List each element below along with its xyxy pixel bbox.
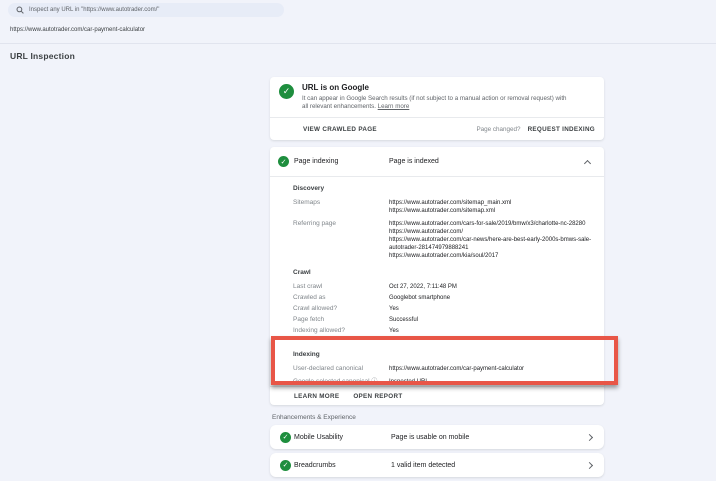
- url-inspect-search-input[interactable]: Inspect any URL in "https://www.autotrad…: [8, 3, 284, 17]
- chevron-right-icon[interactable]: [586, 461, 593, 468]
- enhancement-title: Breadcrumbs: [294, 462, 391, 469]
- enhancement-status: Page is usable on mobile: [391, 434, 587, 441]
- mobile-usability-card[interactable]: ✓ Mobile Usability Page is usable on mob…: [270, 425, 604, 449]
- row-label: Google-selected canonical ⓘ: [293, 378, 389, 386]
- row-label: Last crawl: [293, 283, 389, 291]
- page-indexing-status: Page is indexed: [389, 158, 439, 165]
- url-verdict-card: ✓ URL is on Google It can appear in Goog…: [270, 77, 604, 140]
- learn-more-button[interactable]: LEARN MORE: [294, 393, 339, 400]
- verdict-card-footer: VIEW CRAWLED PAGE Page changed? REQUEST …: [270, 117, 604, 140]
- row-value: Inspected URL: [389, 378, 594, 386]
- row-crawl-allowed: Crawl allowed? Yes: [293, 305, 594, 313]
- row-value: Yes: [389, 327, 594, 335]
- header-divider: [0, 43, 716, 44]
- enhancement-title: Mobile Usability: [294, 434, 391, 441]
- row-label: Page fetch: [293, 316, 389, 324]
- row-value: https://www.autotrader.com/cars-for-sale…: [389, 220, 594, 260]
- row-crawled-as: Crawled as Googlebot smartphone: [293, 294, 594, 302]
- row-page-fetch: Page fetch Successful: [293, 316, 594, 324]
- sitemap-url: https://www.autotrader.com/sitemap.xml: [389, 207, 594, 215]
- verdict-title: URL is on Google: [302, 83, 369, 92]
- page-indexing-header[interactable]: ✓ Page indexing Page is indexed: [270, 147, 604, 177]
- row-last-crawl: Last crawl Oct 27, 2022, 7:11:48 PM: [293, 283, 594, 291]
- page-indexing-title: Page indexing: [294, 158, 338, 165]
- row-label: Indexing allowed?: [293, 327, 389, 335]
- row-label: Crawl allowed?: [293, 305, 389, 313]
- info-icon[interactable]: ⓘ: [371, 378, 377, 385]
- section-heading-discovery: Discovery: [293, 185, 594, 192]
- page-indexing-body: Discovery Sitemaps https://www.autotrade…: [270, 177, 604, 386]
- row-user-declared-canonical: User-declared canonical https://www.auto…: [293, 365, 594, 373]
- verdict-description-text: It can appear in Google Search results (…: [302, 95, 566, 110]
- sitemap-url: https://www.autotrader.com/sitemap_main.…: [389, 199, 594, 207]
- chevron-right-icon[interactable]: [586, 433, 593, 440]
- row-value: Yes: [389, 305, 594, 313]
- indexing-card-footer: LEARN MORE OPEN REPORT: [270, 386, 604, 405]
- learn-more-link[interactable]: Learn more: [378, 103, 410, 110]
- row-sitemaps: Sitemaps https://www.autotrader.com/site…: [293, 199, 594, 215]
- page-changed-label: Page changed?: [476, 126, 520, 133]
- row-google-selected-canonical: Google-selected canonical ⓘ Inspected UR…: [293, 378, 594, 386]
- row-label: Crawled as: [293, 294, 389, 302]
- success-check-icon: ✓: [279, 84, 294, 99]
- row-value: Successful: [389, 316, 594, 324]
- row-value: Oct 27, 2022, 7:11:48 PM: [389, 283, 594, 291]
- row-label: User-declared canonical: [293, 365, 389, 373]
- row-value: https://www.autotrader.com/sitemap_main.…: [389, 199, 594, 215]
- search-icon: [16, 6, 24, 14]
- row-value: https://www.autotrader.com/car-payment-c…: [389, 365, 594, 373]
- referring-url: https://www.autotrader.com/: [389, 228, 594, 236]
- request-indexing-group: Page changed? REQUEST INDEXING: [476, 126, 595, 133]
- row-label: Sitemaps: [293, 199, 389, 215]
- verdict-description: It can appear in Google Search results (…: [302, 95, 570, 111]
- referring-url: https://www.autotrader.com/cars-for-sale…: [389, 220, 594, 228]
- check-icon: ✓: [280, 460, 291, 471]
- enhancement-status: 1 valid item detected: [391, 462, 587, 469]
- check-icon: ✓: [278, 156, 289, 167]
- row-label-text: Google-selected canonical: [293, 378, 370, 385]
- page-title: URL Inspection: [10, 51, 75, 61]
- section-heading-indexing: Indexing: [293, 351, 594, 358]
- inspection-results-panel: ✓ URL is on Google It can appear in Goog…: [270, 77, 604, 477]
- open-report-button[interactable]: OPEN REPORT: [353, 393, 402, 400]
- page-indexing-card: ✓ Page indexing Page is indexed Discover…: [270, 147, 604, 405]
- referring-url: https://www.autotrader.com/kia/soul/2017: [389, 252, 594, 260]
- inspected-url-breadcrumb: https://www.autotrader.com/car-payment-c…: [10, 27, 145, 33]
- search-placeholder: Inspect any URL in "https://www.autotrad…: [29, 7, 159, 13]
- referring-url: https://www.autotrader.com/car-news/here…: [389, 236, 594, 252]
- enhancements-heading: Enhancements & Experience: [272, 414, 604, 421]
- view-crawled-page-button[interactable]: VIEW CRAWLED PAGE: [303, 126, 377, 133]
- section-heading-crawl: Crawl: [293, 269, 594, 276]
- request-indexing-button[interactable]: REQUEST INDEXING: [528, 126, 595, 133]
- row-referring-page: Referring page https://www.autotrader.co…: [293, 220, 594, 260]
- chevron-up-icon[interactable]: [584, 160, 591, 167]
- row-value: Googlebot smartphone: [389, 294, 594, 302]
- row-indexing-allowed: Indexing allowed? Yes: [293, 327, 594, 335]
- check-icon: ✓: [280, 432, 291, 443]
- breadcrumbs-card[interactable]: ✓ Breadcrumbs 1 valid item detected: [270, 453, 604, 477]
- row-label: Referring page: [293, 220, 389, 260]
